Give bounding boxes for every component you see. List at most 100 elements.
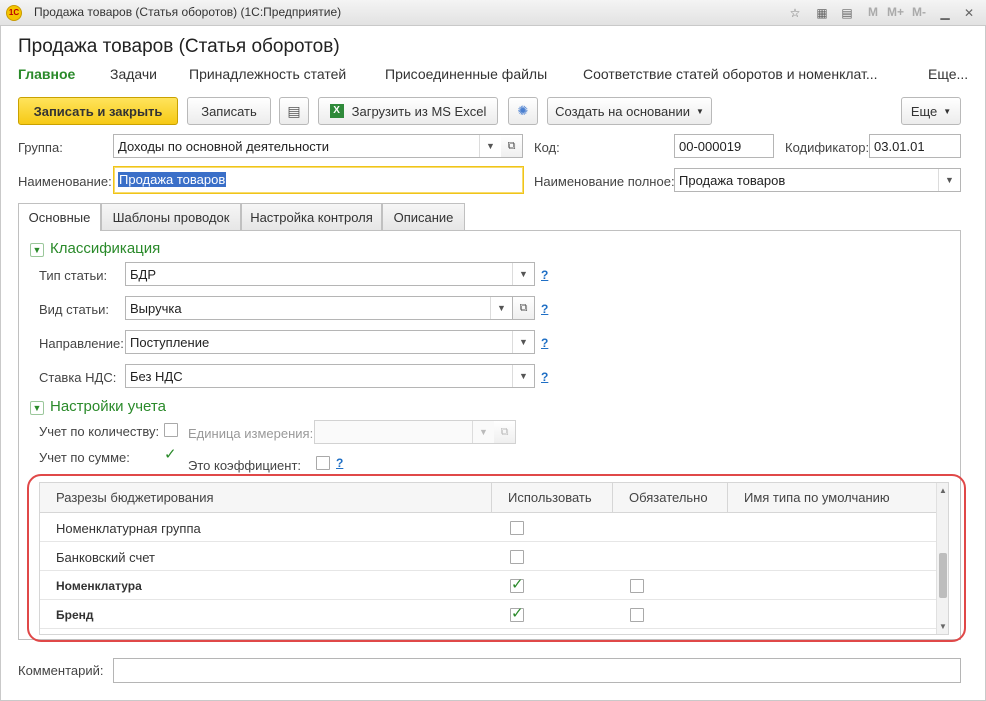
full-name-field[interactable]: Продажа товаров bbox=[674, 168, 961, 192]
code-field[interactable]: 00-000019 bbox=[674, 134, 774, 158]
code-label: Код: bbox=[534, 140, 560, 155]
column-header-required[interactable]: Обязательно bbox=[612, 483, 727, 513]
more-button[interactable]: Еще ▼ bbox=[901, 97, 961, 125]
by-sum-checkmark-icon[interactable]: ✓ bbox=[164, 447, 177, 462]
save-button[interactable]: Записать bbox=[187, 97, 271, 125]
memory-button-m-plus[interactable]: M+ bbox=[887, 5, 904, 19]
unit-field[interactable] bbox=[314, 420, 494, 444]
article-kind-open-icon[interactable]: ⧉ bbox=[513, 296, 535, 320]
checkmark-icon: ✓ bbox=[511, 576, 524, 593]
unit-label: Единица измерения: bbox=[188, 426, 314, 441]
tab-posting-templates[interactable]: Шаблоны проводок bbox=[101, 203, 241, 230]
article-type-help-link[interactable]: ? bbox=[541, 268, 548, 282]
nav-link-more[interactable]: Еще... bbox=[928, 66, 968, 82]
group-open-icon[interactable]: ⧉ bbox=[501, 134, 523, 158]
app-logo-icon[interactable]: 1С bbox=[6, 5, 22, 21]
tab-description[interactable]: Описание bbox=[382, 203, 465, 230]
group-field[interactable]: Доходы по основной деятельности bbox=[113, 134, 501, 158]
row-use-checkbox[interactable]: ✓ bbox=[510, 605, 524, 622]
memory-button-m-minus[interactable]: M- bbox=[912, 5, 926, 19]
nav-link-tasks[interactable]: Задачи bbox=[110, 66, 157, 82]
more-label: Еще bbox=[910, 103, 938, 119]
scrollbar-thumb[interactable] bbox=[939, 553, 947, 598]
accounting-title: Настройки учета bbox=[50, 398, 166, 415]
row-dimension-name: Бренд bbox=[56, 608, 94, 622]
nav-link-attached-files[interactable]: Присоединенные файлы bbox=[385, 66, 547, 82]
tab-control-settings[interactable]: Настройка контроля bbox=[241, 203, 382, 230]
row-use-checkbox[interactable] bbox=[510, 550, 524, 564]
calendar-icon[interactable]: ▤ bbox=[838, 4, 856, 22]
row-required-checkbox[interactable] bbox=[630, 608, 644, 622]
column-header-dimension[interactable]: Разрезы бюджетирования bbox=[40, 483, 491, 513]
table-row[interactable]: Бренд ✓ bbox=[40, 600, 936, 629]
load-excel-label: Загрузить из MS Excel bbox=[351, 103, 487, 119]
row-dimension-name: Номенклатурная группа bbox=[56, 521, 201, 536]
by-sum-label: Учет по сумме: bbox=[39, 450, 130, 465]
save-and-close-button[interactable]: Записать и закрыть bbox=[18, 97, 178, 125]
unit-open-icon[interactable]: ⧉ bbox=[494, 420, 516, 444]
codifier-label: Кодификатор: bbox=[785, 140, 870, 155]
nav-link-main[interactable]: Главное bbox=[18, 66, 75, 82]
table-row[interactable]: Номенклатура ✓ bbox=[40, 571, 936, 600]
column-header-default-type[interactable]: Имя типа по умолчанию bbox=[727, 483, 936, 513]
chevron-down-icon: ▼ bbox=[695, 106, 704, 116]
article-kind-help-link[interactable]: ? bbox=[541, 302, 548, 316]
minimize-icon[interactable]: ▁ bbox=[936, 4, 954, 22]
full-name-dropdown-icon[interactable]: ▼ bbox=[938, 169, 960, 191]
table-row[interactable]: Номенклатурная группа bbox=[40, 513, 936, 542]
direction-field[interactable]: Поступление bbox=[125, 330, 535, 354]
article-type-field[interactable]: БДР bbox=[125, 262, 535, 286]
unit-dropdown-icon[interactable]: ▼ bbox=[472, 421, 494, 443]
row-use-checkbox[interactable]: ✓ bbox=[510, 576, 524, 593]
article-kind-dropdown-icon[interactable]: ▼ bbox=[490, 297, 512, 319]
by-quantity-label: Учет по количеству: bbox=[39, 424, 160, 439]
vat-rate-help-link[interactable]: ? bbox=[541, 370, 548, 384]
checkmark-icon: ✓ bbox=[511, 605, 524, 622]
report-list-icon: ▤ bbox=[287, 102, 301, 119]
vat-rate-field[interactable]: Без НДС bbox=[125, 364, 535, 388]
report-button[interactable]: ▤ bbox=[279, 97, 309, 125]
classification-collapse-icon[interactable]: ▼ bbox=[30, 243, 44, 257]
row-required-checkbox[interactable] bbox=[630, 579, 644, 593]
accounting-collapse-icon[interactable]: ▼ bbox=[30, 401, 44, 415]
nav-link-nomenclature-mapping[interactable]: Соответствие статей оборотов и номенклат… bbox=[583, 66, 878, 82]
tab-main[interactable]: Основные bbox=[18, 203, 101, 231]
article-type-dropdown-icon[interactable]: ▼ bbox=[512, 263, 534, 285]
row-dimension-name: Номенклатура bbox=[56, 579, 142, 593]
create-based-on-button[interactable]: Создать на основании ▼ bbox=[547, 97, 712, 125]
row-use-checkbox[interactable] bbox=[510, 521, 524, 535]
page-title: Продажа товаров (Статья оборотов) bbox=[18, 36, 340, 57]
scroll-down-icon[interactable]: ▼ bbox=[939, 622, 947, 631]
idea-button[interactable]: ✺ bbox=[508, 97, 538, 125]
coefficient-checkbox[interactable] bbox=[316, 456, 330, 470]
calculator-icon[interactable]: ▦ bbox=[813, 4, 831, 22]
coefficient-label: Это коэффициент: bbox=[188, 458, 302, 473]
group-dropdown-icon[interactable]: ▼ bbox=[479, 135, 501, 157]
direction-help-link[interactable]: ? bbox=[541, 336, 548, 350]
article-kind-field[interactable]: Выручка bbox=[125, 296, 513, 320]
comment-field[interactable] bbox=[113, 658, 961, 683]
direction-label: Направление: bbox=[39, 336, 124, 351]
nav-link-item-membership[interactable]: Принадлежность статей bbox=[189, 66, 346, 82]
bookmark-star-icon[interactable]: ☆ bbox=[786, 4, 804, 22]
article-kind-label: Вид статьи: bbox=[39, 302, 109, 317]
excel-icon: X bbox=[329, 104, 344, 118]
vat-rate-dropdown-icon[interactable]: ▼ bbox=[512, 365, 534, 387]
scroll-up-icon[interactable]: ▲ bbox=[939, 486, 947, 495]
name-field[interactable]: Продажа товаров bbox=[113, 166, 524, 194]
name-field-value: Продажа товаров bbox=[118, 172, 227, 187]
table-row[interactable]: Банковский счет bbox=[40, 542, 936, 571]
codifier-field[interactable]: 03.01.01 bbox=[869, 134, 961, 158]
coefficient-help-link[interactable]: ? bbox=[336, 456, 343, 470]
load-excel-button[interactable]: X Загрузить из MS Excel bbox=[318, 97, 498, 125]
by-quantity-checkbox[interactable] bbox=[164, 423, 178, 437]
chevron-down-icon: ▼ bbox=[943, 106, 952, 116]
table-scrollbar[interactable]: ▲ ▼ bbox=[936, 483, 948, 634]
full-name-label: Наименование полное: bbox=[534, 174, 675, 189]
lightbulb-icon: ✺ bbox=[517, 103, 529, 118]
direction-dropdown-icon[interactable]: ▼ bbox=[512, 331, 534, 353]
column-header-use[interactable]: Использовать bbox=[491, 483, 612, 513]
memory-button-m[interactable]: M bbox=[868, 5, 878, 19]
budget-dimensions-table[interactable]: Разрезы бюджетирования Использовать Обяз… bbox=[39, 482, 949, 635]
close-icon[interactable]: ✕ bbox=[960, 4, 978, 22]
